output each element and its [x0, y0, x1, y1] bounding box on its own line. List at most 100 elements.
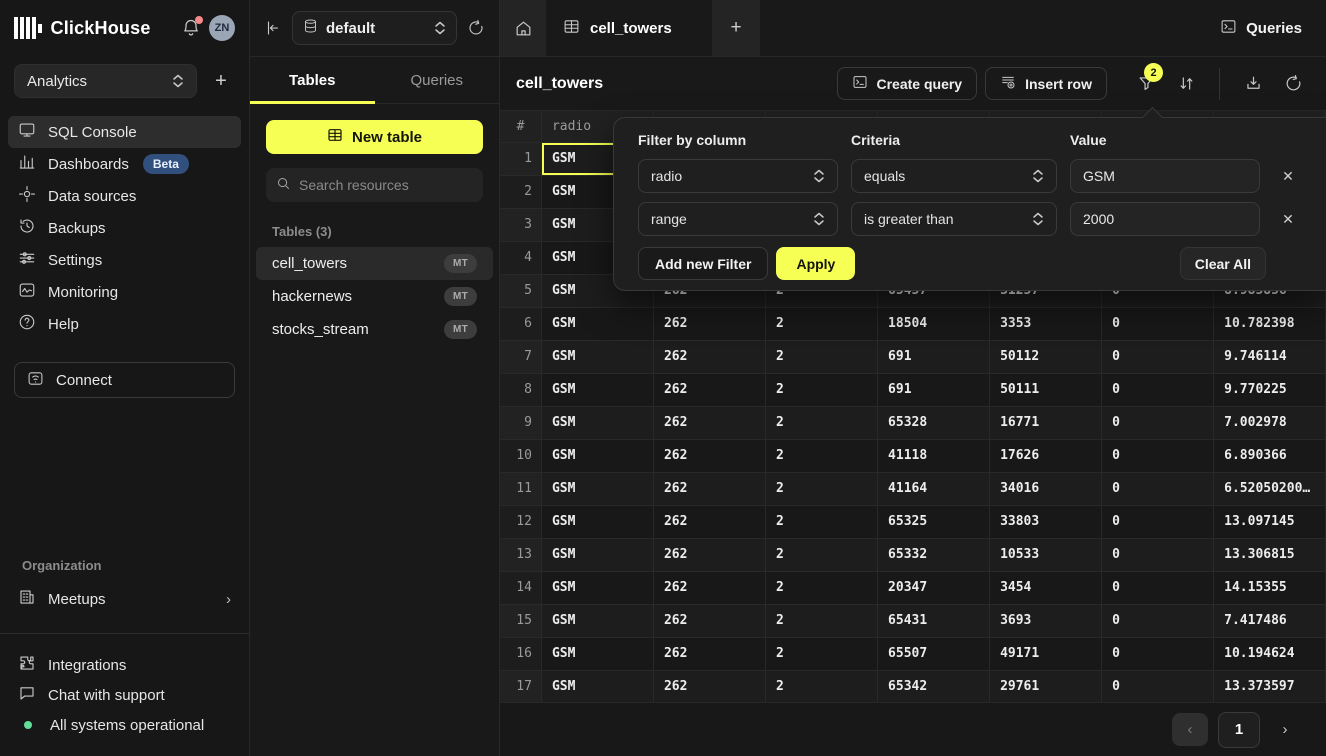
- row-number-cell[interactable]: 11: [500, 472, 541, 505]
- row-number-cell[interactable]: 1: [500, 142, 541, 175]
- row-number-cell[interactable]: 13: [500, 538, 541, 571]
- grid-cell[interactable]: 262: [653, 604, 765, 637]
- grid-cell[interactable]: 13.097145: [1214, 505, 1326, 538]
- grid-cell[interactable]: 65325: [878, 505, 990, 538]
- grid-cell[interactable]: 34016: [990, 472, 1102, 505]
- new-table-button[interactable]: New table: [266, 120, 483, 154]
- grid-cell[interactable]: 262: [653, 373, 765, 406]
- grid-cell[interactable]: 3454: [990, 571, 1102, 604]
- grid-cell[interactable]: 2: [766, 406, 878, 439]
- grid-cell[interactable]: 2: [766, 637, 878, 670]
- grid-cell[interactable]: 2: [766, 538, 878, 571]
- connect-button[interactable]: Connect: [14, 362, 235, 398]
- add-workspace-button[interactable]: +: [207, 67, 235, 95]
- grid-cell[interactable]: 50111: [990, 373, 1102, 406]
- filter-value-input-1[interactable]: [1070, 159, 1260, 193]
- grid-cell[interactable]: 65431: [878, 604, 990, 637]
- grid-cell[interactable]: GSM: [541, 571, 653, 604]
- row-number-cell[interactable]: 16: [500, 637, 541, 670]
- grid-cell[interactable]: 2: [766, 571, 878, 604]
- grid-cell[interactable]: 65342: [878, 670, 990, 702]
- grid-cell[interactable]: 13.373597: [1214, 670, 1326, 702]
- grid-cell[interactable]: 0: [1102, 637, 1214, 670]
- grid-cell[interactable]: 17626: [990, 439, 1102, 472]
- filter-value-input-2[interactable]: [1070, 202, 1260, 236]
- grid-cell[interactable]: 2: [766, 604, 878, 637]
- avatar[interactable]: ZN: [209, 15, 235, 41]
- grid-cell[interactable]: 0: [1102, 406, 1214, 439]
- grid-cell[interactable]: 0: [1102, 340, 1214, 373]
- grid-cell[interactable]: 0: [1102, 604, 1214, 637]
- grid-cell[interactable]: 6.52050200…: [1214, 472, 1326, 505]
- current-page-button[interactable]: 1: [1218, 712, 1260, 748]
- grid-cell[interactable]: 9.746114: [1214, 340, 1326, 373]
- filter-criteria-select-1[interactable]: equals: [851, 159, 1057, 193]
- next-page-button[interactable]: ›: [1270, 713, 1300, 746]
- sidebar-item-settings[interactable]: Settings: [8, 244, 241, 276]
- grid-cell[interactable]: 2: [766, 670, 878, 702]
- grid-cell[interactable]: 0: [1102, 571, 1214, 604]
- filter-column-select-1[interactable]: radio: [638, 159, 838, 193]
- workspace-select[interactable]: Analytics: [14, 64, 197, 98]
- grid-cell[interactable]: 0: [1102, 373, 1214, 406]
- filter-column-select-2[interactable]: range: [638, 202, 838, 236]
- grid-cell[interactable]: 29761: [990, 670, 1102, 702]
- grid-cell[interactable]: 0: [1102, 439, 1214, 472]
- grid-cell[interactable]: 50112: [990, 340, 1102, 373]
- grid-cell[interactable]: 7.417486: [1214, 604, 1326, 637]
- grid-cell[interactable]: 0: [1102, 538, 1214, 571]
- grid-cell[interactable]: 262: [653, 637, 765, 670]
- sidebar-item-meetups[interactable]: Meetups ›: [8, 583, 241, 615]
- filter-criteria-select-2[interactable]: is greater than: [851, 202, 1057, 236]
- grid-cell[interactable]: GSM: [541, 538, 653, 571]
- grid-cell[interactable]: 16771: [990, 406, 1102, 439]
- clear-all-filters-button[interactable]: Clear All: [1180, 247, 1266, 280]
- grid-cell[interactable]: 262: [653, 538, 765, 571]
- grid-cell[interactable]: 262: [653, 307, 765, 340]
- grid-cell[interactable]: 691: [878, 340, 990, 373]
- grid-cell[interactable]: 10533: [990, 538, 1102, 571]
- row-number-cell[interactable]: 10: [500, 439, 541, 472]
- grid-cell[interactable]: 65332: [878, 538, 990, 571]
- system-status[interactable]: All systems operational: [8, 710, 241, 740]
- row-number-cell[interactable]: 2: [500, 175, 541, 208]
- grid-cell[interactable]: 0: [1102, 307, 1214, 340]
- grid-cell[interactable]: 7.002978: [1214, 406, 1326, 439]
- row-number-cell[interactable]: 17: [500, 670, 541, 702]
- sidebar-item-monitoring[interactable]: Monitoring: [8, 276, 241, 308]
- tab-queries[interactable]: Queries: [375, 57, 500, 103]
- grid-cell[interactable]: GSM: [541, 340, 653, 373]
- grid-cell[interactable]: GSM: [541, 472, 653, 505]
- row-number-cell[interactable]: 9: [500, 406, 541, 439]
- grid-cell[interactable]: GSM: [541, 439, 653, 472]
- search-resources[interactable]: [266, 168, 483, 202]
- grid-cell[interactable]: 2: [766, 505, 878, 538]
- grid-cell[interactable]: 262: [653, 406, 765, 439]
- add-tab-button[interactable]: +: [712, 0, 760, 56]
- apply-filter-button[interactable]: Apply: [776, 247, 855, 280]
- row-number-cell[interactable]: 14: [500, 571, 541, 604]
- grid-cell[interactable]: 20347: [878, 571, 990, 604]
- grid-cell[interactable]: GSM: [541, 307, 653, 340]
- row-number-cell[interactable]: 5: [500, 274, 541, 307]
- search-input[interactable]: [299, 177, 473, 193]
- prev-page-button[interactable]: ‹: [1172, 713, 1208, 746]
- sort-button[interactable]: [1169, 67, 1203, 100]
- grid-cell[interactable]: GSM: [541, 406, 653, 439]
- row-number-cell[interactable]: 7: [500, 340, 541, 373]
- grid-cell[interactable]: 2: [766, 373, 878, 406]
- grid-cell[interactable]: 262: [653, 439, 765, 472]
- add-new-filter-button[interactable]: Add new Filter: [638, 247, 768, 280]
- grid-cell[interactable]: 2: [766, 307, 878, 340]
- grid-cell[interactable]: 10.194624: [1214, 637, 1326, 670]
- sidebar-item-sql-console[interactable]: SQL Console: [8, 116, 241, 148]
- grid-cell[interactable]: 10.782398: [1214, 307, 1326, 340]
- refresh-tables-icon[interactable]: [467, 19, 485, 37]
- grid-cell[interactable]: 0: [1102, 670, 1214, 702]
- grid-cell[interactable]: GSM: [541, 670, 653, 702]
- grid-cell[interactable]: 65507: [878, 637, 990, 670]
- grid-cell[interactable]: 0: [1102, 472, 1214, 505]
- download-button[interactable]: [1236, 67, 1270, 100]
- grid-cell[interactable]: 2: [766, 340, 878, 373]
- grid-cell[interactable]: 262: [653, 340, 765, 373]
